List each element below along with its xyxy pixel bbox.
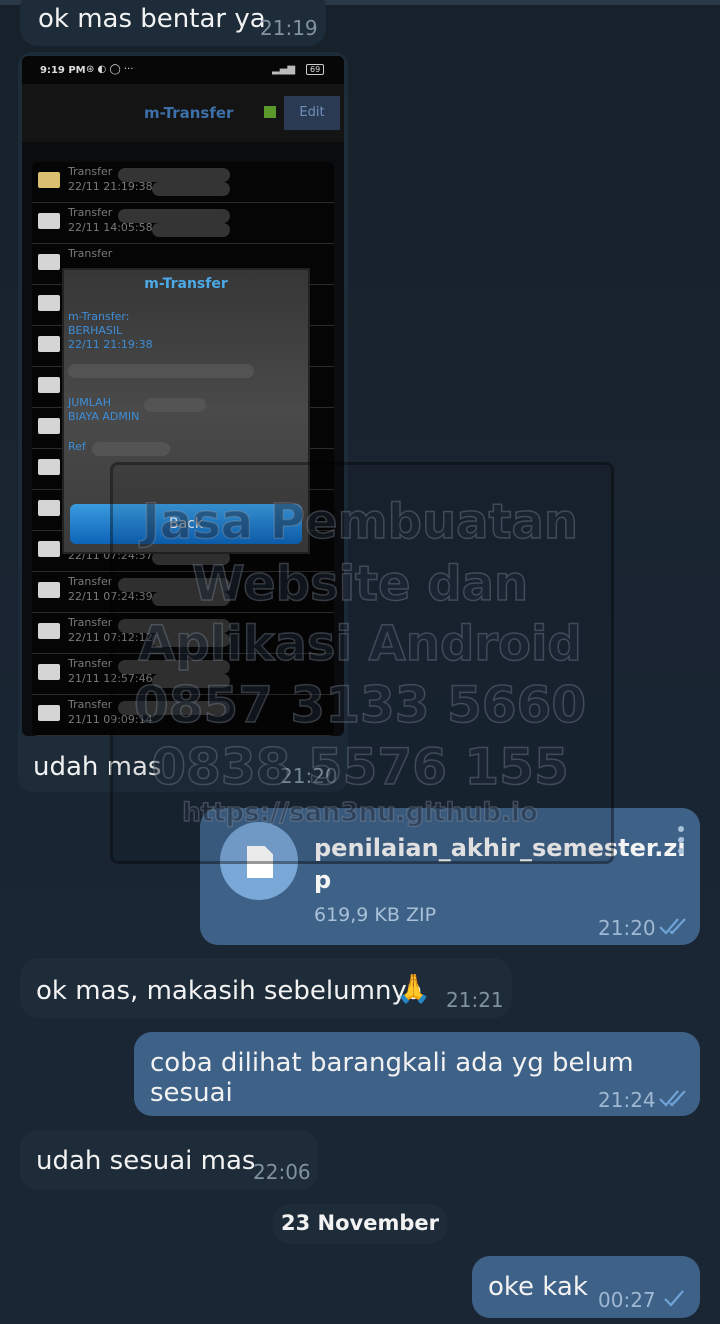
status-icons: ⊛ ◐ ◯ ··· <box>86 64 134 75</box>
envelope-icon <box>38 377 60 393</box>
redaction-blur <box>118 168 230 182</box>
message-time: 00:27 <box>598 1288 656 1312</box>
dialog-line: BERHASIL <box>68 324 123 337</box>
message-incoming[interactable]: udah sesuai mas 22:06 <box>20 1130 318 1190</box>
envelope-icon <box>38 459 60 475</box>
message-text: udah sesuai mas <box>36 1146 256 1176</box>
row-label: Transfer <box>68 698 113 711</box>
message-text: ok mas bentar ya <box>38 4 266 34</box>
row-label: Transfer <box>68 657 113 670</box>
dialog-line: JUMLAH <box>68 396 111 409</box>
envelope-icon <box>38 336 60 352</box>
envelope-icon <box>38 213 60 229</box>
app-title: m-Transfer <box>144 104 234 122</box>
read-checkmarks-icon <box>659 1090 686 1107</box>
message-outgoing[interactable]: coba dilihat barangkali ada yg belum ses… <box>134 1032 700 1116</box>
folded-hands-emoji: 🙏 <box>396 972 431 1005</box>
envelope-icon <box>38 254 60 270</box>
signal-icon: ▂▄▆ <box>272 64 296 75</box>
app-bar: m-Transfer Edit <box>22 84 344 142</box>
dialog-line: BIAYA ADMIN <box>68 410 140 423</box>
envelope-icon <box>38 500 60 516</box>
message-time: 22:06 <box>253 1160 311 1184</box>
green-indicator <box>264 106 276 118</box>
redaction-blur <box>152 223 230 237</box>
watermark-frame <box>110 462 614 864</box>
row-label: Transfer <box>68 575 113 588</box>
envelope-icon <box>38 541 60 557</box>
dialog-line: m-Transfer: <box>68 310 130 323</box>
envelope-icon <box>38 418 60 434</box>
dialog-line: 22/11 21:19:38 <box>68 338 153 351</box>
row-label: Transfer <box>68 247 113 260</box>
envelope-icon <box>38 295 60 311</box>
envelope-icon <box>38 172 60 188</box>
message-time: 21:24 <box>598 1088 656 1112</box>
file-name-line2: p <box>314 866 332 894</box>
sent-checkmark-icon <box>664 1290 684 1307</box>
message-incoming[interactable]: ok mas bentar ya 21:19 <box>20 0 326 46</box>
date-divider: 23 November <box>272 1204 448 1244</box>
message-time: 21:21 <box>446 988 504 1012</box>
edit-button[interactable]: Edit <box>284 96 340 130</box>
message-time: 21:20 <box>598 916 656 940</box>
status-time: 9:19 PM <box>40 65 86 76</box>
redaction-blur <box>68 364 254 378</box>
envelope-icon <box>38 705 60 721</box>
list-item[interactable]: Transfer 22/11 14:05:58 <box>32 203 334 244</box>
redaction-blur <box>92 442 170 456</box>
more-options-icon[interactable] <box>678 826 686 859</box>
redaction-blur <box>144 398 206 412</box>
list-item[interactable]: Transfer 22/11 21:19:38 <box>32 162 334 203</box>
message-text: ok mas, makasih sebelumnya <box>36 976 423 1006</box>
read-checkmarks-icon <box>659 918 686 935</box>
envelope-icon <box>38 623 60 639</box>
redaction-blur <box>152 182 230 196</box>
file-meta: 619,9 KB ZIP <box>314 904 437 926</box>
battery-icon: 69 <box>306 64 325 75</box>
row-label: Transfer <box>68 206 113 219</box>
message-time: 21:19 <box>260 16 318 40</box>
dialog-line: Ref <box>68 440 86 453</box>
envelope-icon <box>38 582 60 598</box>
envelope-icon <box>38 664 60 680</box>
message-incoming[interactable]: ok mas, makasih sebelumnya 🙏 21:21 <box>20 958 512 1018</box>
status-bar: 9:19 PM ⊛ ◐ ◯ ··· ▂▄▆ 69 <box>22 56 344 84</box>
date-label: 23 November <box>281 1211 439 1235</box>
row-label: Transfer <box>68 165 113 178</box>
row-label: Transfer <box>68 616 113 629</box>
message-text: oke kak <box>488 1272 588 1302</box>
dialog-title: m-Transfer <box>144 276 228 292</box>
message-outgoing[interactable]: oke kak 00:27 <box>472 1256 700 1318</box>
redaction-blur <box>118 209 230 223</box>
